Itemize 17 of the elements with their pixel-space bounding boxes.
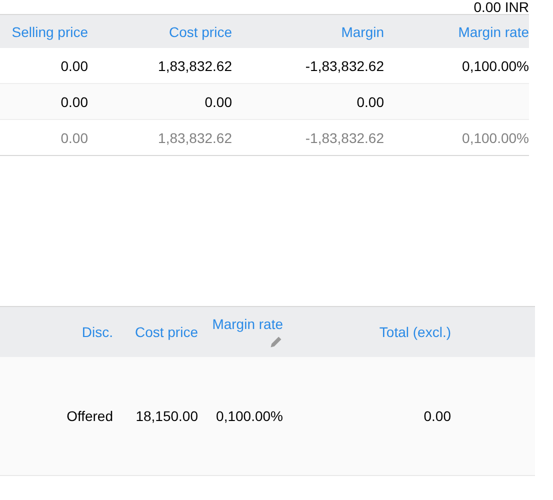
- column-header: Disc.: [0, 306, 113, 357]
- column-header: Margin rate: [384, 14, 529, 48]
- table-cell: 0.00: [232, 84, 384, 120]
- table-cell: Offered: [0, 357, 113, 476]
- table-cell: 0.00: [283, 357, 451, 476]
- pencil-icon[interactable]: [269, 334, 283, 348]
- column-header: Cost price: [113, 306, 198, 357]
- column-header: Margin rate: [198, 306, 283, 357]
- table-cell: 18,150.00: [113, 357, 198, 476]
- column-header: Margin: [232, 14, 384, 48]
- table-cell: 0.00: [0, 84, 88, 120]
- column-header: Cost price: [88, 14, 232, 48]
- total-amount: 0.00 INR: [474, 0, 529, 14]
- table-cell: 0,100.00%: [198, 357, 283, 476]
- column-header: Selling price: [0, 14, 88, 48]
- table-cell: 0.00: [88, 84, 232, 120]
- column-header: Total (excl.): [283, 306, 451, 357]
